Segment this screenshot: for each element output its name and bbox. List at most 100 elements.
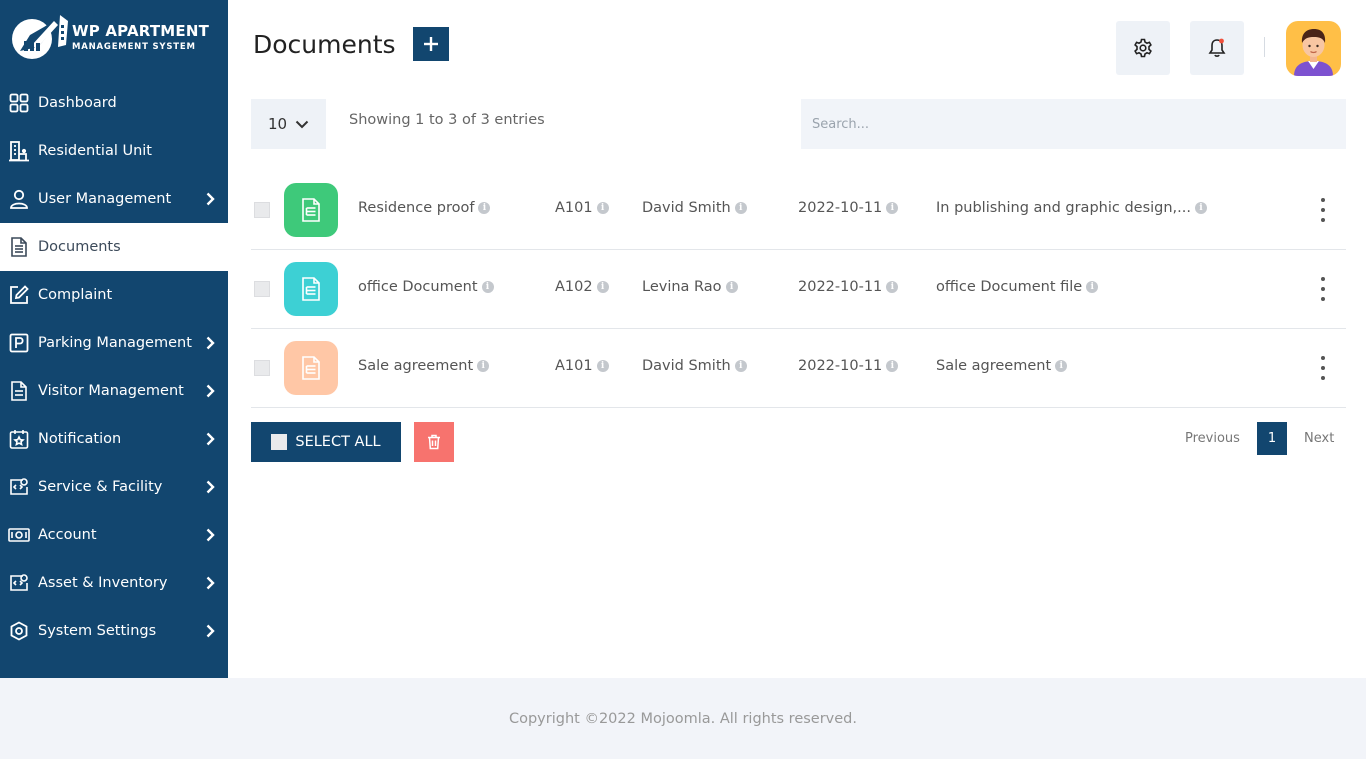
asset-icon [8,572,30,594]
page-title: Documents [253,30,396,59]
money-icon [8,524,30,546]
sidebar-item-documents[interactable]: Documents [0,223,228,271]
chevron-right-icon [204,336,216,350]
building-logo-icon [10,15,68,61]
document-name: Sale agreement i [358,358,490,374]
calendar-star-icon [8,428,30,450]
table-row: Sale agreement i A101 i David Smith i 2022-… [251,329,1346,408]
sidebar-item-system-settings[interactable]: System Settings [0,607,228,655]
sidebar: WP APARTMENT MANAGEMENT SYSTEM Dashboard… [0,0,228,678]
visitor-document-icon [8,380,30,402]
page-size-select[interactable]: 10 [251,99,326,149]
sidebar-item-visitor-management[interactable]: Visitor Management [0,367,228,415]
sidebar-item-account[interactable]: Account [0,511,228,559]
date-cell: 2022-10-11 i [798,279,899,295]
sidebar-item-label: Account [38,527,97,543]
user-avatar[interactable] [1286,21,1341,76]
notifications-button[interactable] [1190,21,1244,75]
info-icon[interactable]: i [596,281,609,293]
row-actions-menu[interactable] [1317,277,1329,301]
trash-icon [428,434,440,450]
bell-icon [1208,38,1226,57]
description-cell: office Document file i [936,279,1099,295]
building-icon [8,140,30,162]
member-cell: David Smith i [642,358,747,374]
member-cell: David Smith i [642,200,747,216]
chevron-right-icon [204,528,216,542]
member-cell: Levina Rao i [642,279,738,295]
info-icon[interactable]: i [1195,202,1207,214]
table-row: office Document i A102 i Levina Rao i 2022-… [251,250,1346,329]
sidebar-item-dashboard[interactable]: Dashboard [0,79,228,127]
plus-icon [424,37,438,51]
app-logo[interactable]: WP APARTMENT MANAGEMENT SYSTEM [10,14,220,62]
select-all-button[interactable]: SELECT ALL [251,422,401,462]
edit-icon [8,284,30,306]
dashboard-grid-icon [8,92,30,114]
add-document-button[interactable] [413,27,449,61]
document-file-icon [284,183,338,237]
info-icon[interactable]: i [886,202,899,214]
sidebar-item-label: Documents [38,239,121,255]
entries-info: Showing 1 to 3 of 3 entries [349,112,545,128]
row-actions-menu[interactable] [1317,356,1329,380]
footer: Copyright ©2022 Mojoomla. All rights res… [0,678,1366,759]
logo-subtitle: MANAGEMENT SYSTEM [72,42,196,53]
chevron-right-icon [204,192,216,206]
info-icon[interactable]: i [725,281,738,293]
service-icon [8,476,30,498]
unit-cell: A102 i [555,279,609,295]
header-divider [1264,37,1265,57]
sidebar-item-notification[interactable]: Notification [0,415,228,463]
info-icon[interactable]: i [596,202,609,214]
select-all-checkbox[interactable] [271,434,288,450]
user-icon [8,188,30,210]
sidebar-item-label: User Management [38,191,172,207]
pagination-previous[interactable]: Previous [1185,431,1240,446]
page-size-value: 10 [267,115,288,133]
info-icon[interactable]: i [1055,360,1068,372]
chevron-right-icon [204,384,216,398]
chevron-down-icon [295,120,309,128]
sidebar-item-user-management[interactable]: User Management [0,175,228,223]
sidebar-item-service-facility[interactable]: Service & Facility [0,463,228,511]
pagination-page-1[interactable]: 1 [1257,422,1287,455]
row-actions-menu[interactable] [1317,198,1329,222]
info-icon[interactable]: i [734,202,747,214]
settings-button[interactable] [1116,21,1170,75]
sidebar-item-asset-inventory[interactable]: Asset & Inventory [0,559,228,607]
pagination-next[interactable]: Next [1304,431,1334,446]
document-file-icon [284,341,338,395]
unit-cell: A101 i [555,358,609,374]
info-icon[interactable]: i [1086,281,1099,293]
info-icon[interactable]: i [886,360,899,372]
chevron-right-icon [204,432,216,446]
delete-selected-button[interactable] [414,422,454,462]
sidebar-nav: Dashboard Residential Unit User Manageme… [0,79,228,655]
sidebar-item-parking-management[interactable]: Parking Management [0,319,228,367]
info-icon[interactable]: i [734,360,747,372]
sidebar-item-complaint[interactable]: Complaint [0,271,228,319]
sidebar-item-residential-unit[interactable]: Residential Unit [0,127,228,175]
logo-title: WP APARTMENT [72,22,210,41]
info-icon[interactable]: i [477,360,490,372]
unit-cell: A101 i [555,200,609,216]
sidebar-item-label: System Settings [38,623,157,639]
row-checkbox[interactable] [254,202,270,218]
info-icon[interactable]: i [481,281,494,293]
sidebar-item-label: Dashboard [38,95,117,111]
copyright-text: Copyright ©2022 Mojoomla. All rights res… [508,710,857,727]
row-checkbox[interactable] [254,281,270,297]
info-icon[interactable]: i [596,360,609,372]
sidebar-item-label: Notification [38,431,122,447]
info-icon[interactable]: i [478,202,491,214]
row-checkbox[interactable] [254,360,270,376]
search-input[interactable] [801,99,1346,149]
parking-icon [8,332,30,354]
gear-icon [1134,38,1152,58]
table-row: Residence proof i A101 i David Smith i 2022… [251,171,1346,250]
select-all-label: SELECT ALL [295,434,381,450]
info-icon[interactable]: i [886,281,899,293]
document-file-icon [284,262,338,316]
sidebar-item-label: Asset & Inventory [38,575,168,591]
